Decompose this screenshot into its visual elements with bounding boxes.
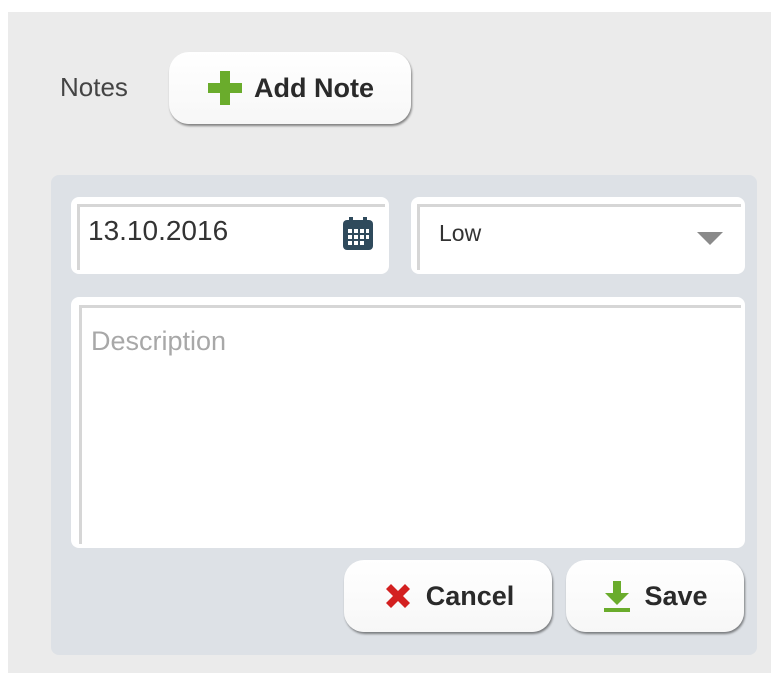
description-field-container [71, 297, 745, 548]
cancel-label: Cancel [425, 580, 515, 611]
save-label: Save [644, 580, 708, 611]
description-input[interactable] [79, 305, 741, 544]
date-field[interactable]: 13.10.2016 [71, 197, 389, 274]
save-button[interactable]: Save [566, 560, 744, 632]
calendar-icon[interactable] [342, 217, 374, 256]
notes-label: Notes [60, 72, 128, 102]
cancel-button[interactable]: Cancel [344, 560, 552, 632]
priority-select[interactable]: Low [411, 197, 745, 274]
close-icon [382, 580, 414, 612]
add-note-label: Add Note [254, 72, 374, 103]
download-icon [602, 579, 632, 613]
notes-panel: Notes Add Note 13.10.2016 Low Descriptio… [8, 12, 771, 673]
note-form: 13.10.2016 Low Description Cancel Save [51, 175, 757, 655]
date-value: 13.10.2016 [88, 215, 229, 246]
chevron-down-icon[interactable] [697, 232, 723, 245]
add-note-button[interactable]: Add Note [169, 52, 411, 124]
plus-icon [206, 69, 244, 107]
priority-selected-value: Low [439, 220, 482, 246]
